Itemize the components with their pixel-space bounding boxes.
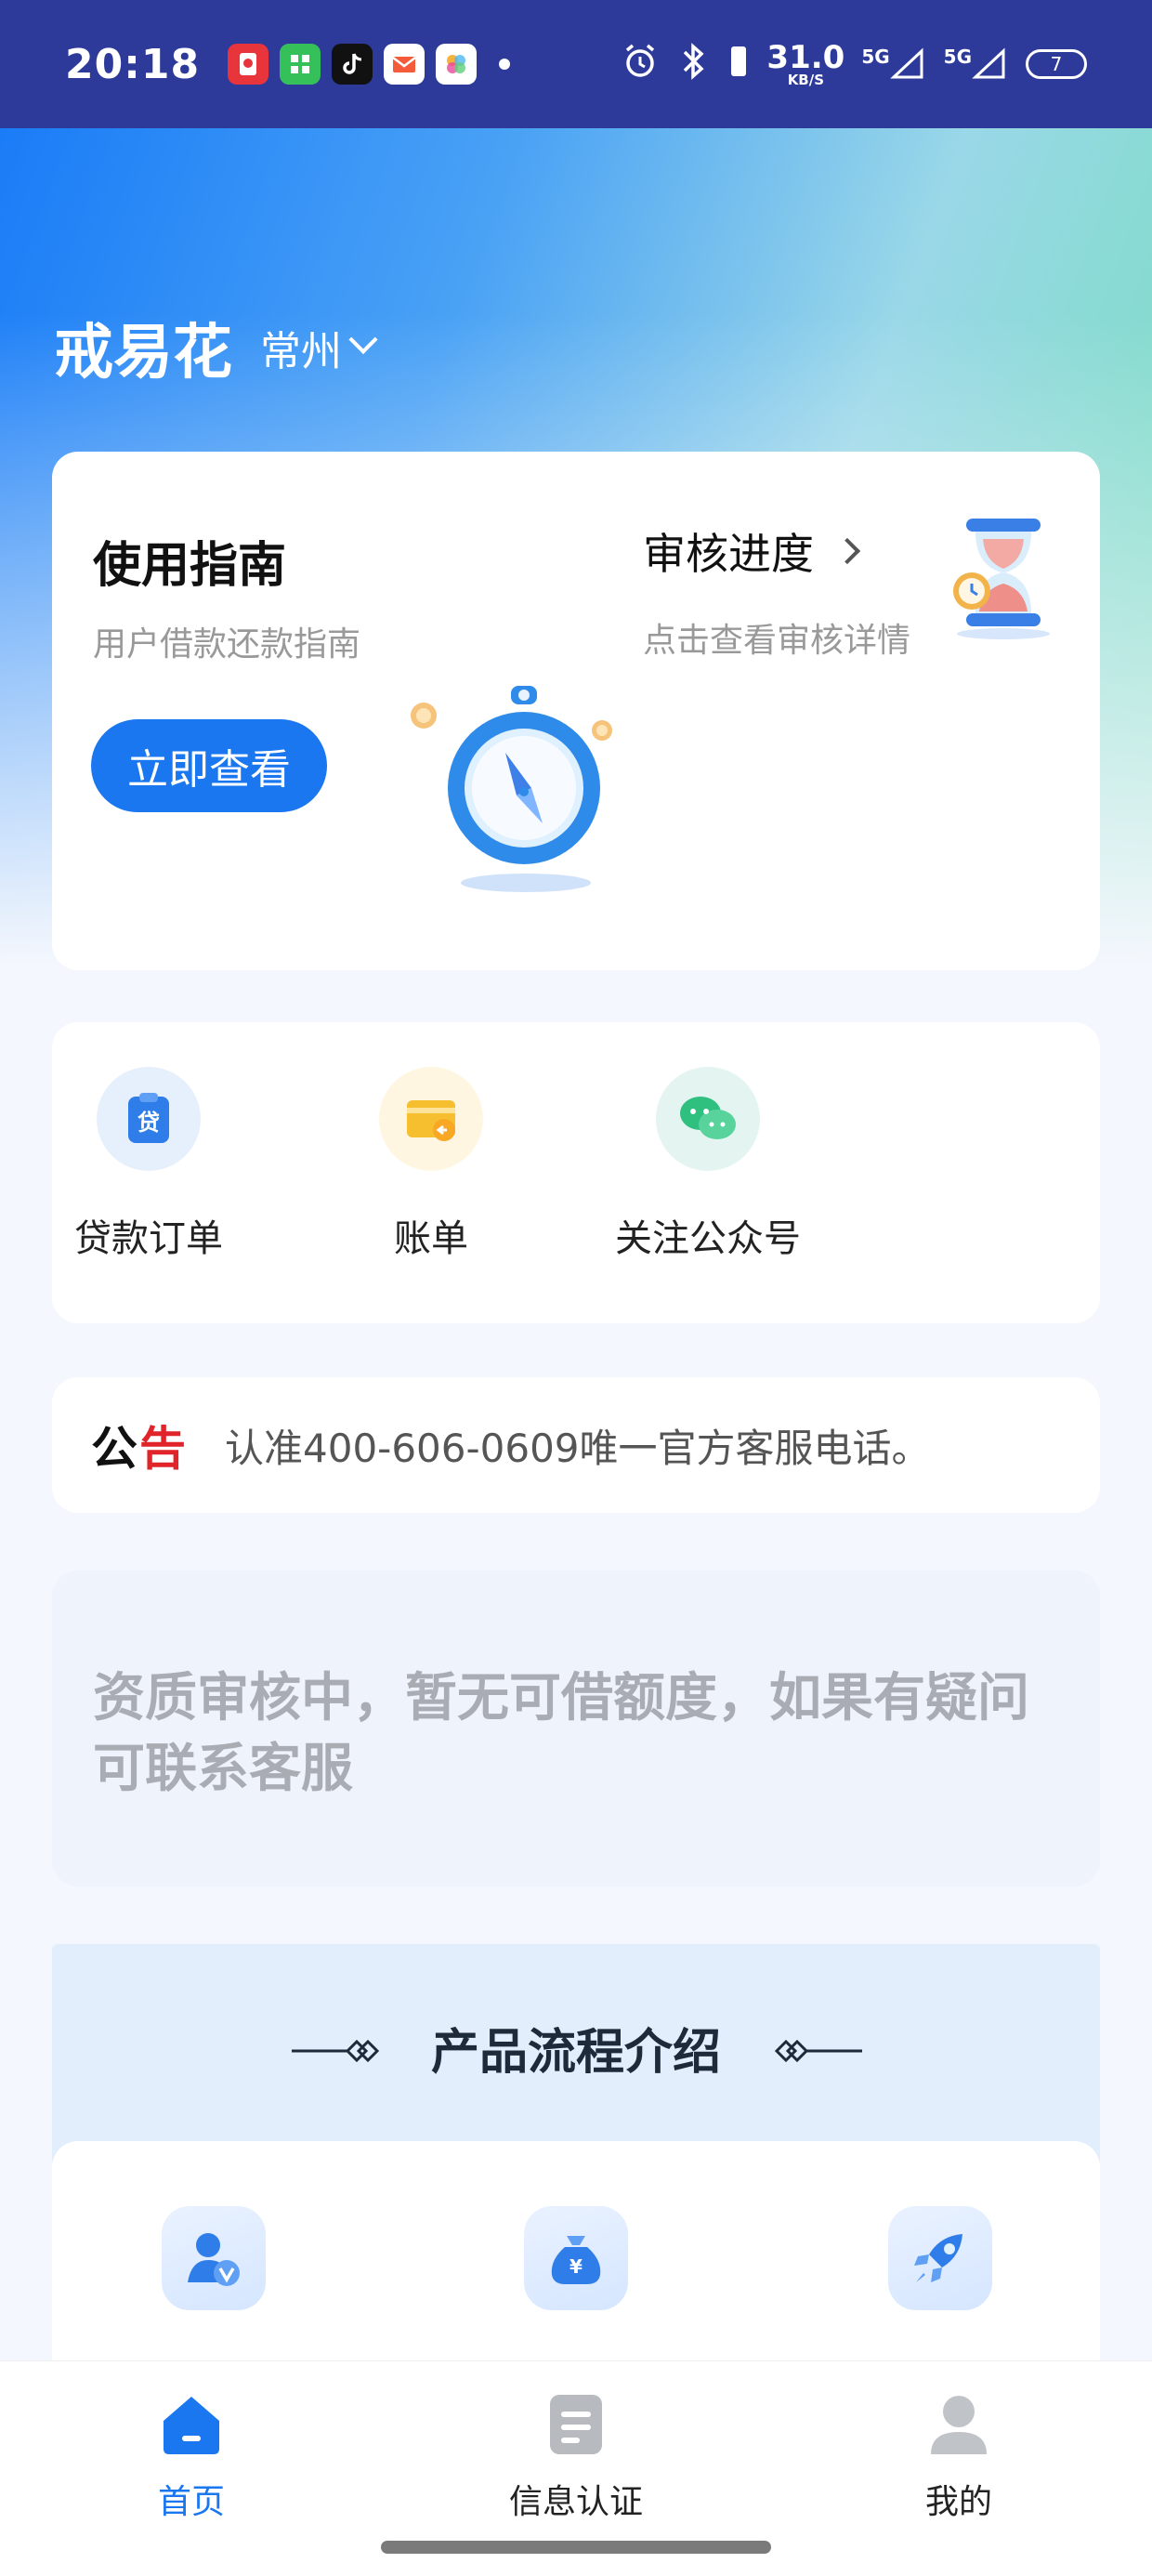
tiktok-app-icon [332,44,373,85]
signal-2-label: 5G [943,46,972,68]
wechat-icon [656,1067,760,1171]
tab-info-verify[interactable]: 信息认证 [465,2387,687,2523]
review-progress-title: 审核进度 [643,529,814,579]
quota-status-text: 资质审核中，暂无可借额度，如果有疑问可联系客服 [93,1668,1029,1799]
city-label: 常州 [260,328,342,375]
home-indicator[interactable] [381,2541,771,2554]
shortcut-label: 关注公众号 [615,1217,801,1260]
tab-profile[interactable]: 我的 [847,2387,1070,2523]
identity-verify-icon [162,2206,266,2310]
bluetooth-icon [677,41,711,88]
announcement-bar[interactable]: 公告 认准400-606-0609唯一官方客服电话。 [52,1377,1100,1513]
city-selector[interactable]: 常州 [260,318,378,377]
quota-status-panel: 资质审核中，暂无可借额度，如果有疑问可联系客服 [52,1571,1100,1886]
header: 戒易花 常州 [54,305,378,390]
network-speed-unit: KB/S [787,71,825,88]
chevron-right-icon [833,537,861,565]
status-indicators: 31.0 KB/S 5G 5G 7 [620,41,1087,88]
announcement-tag-first: 公 [91,1422,139,1476]
svg-text:¥: ¥ [569,2255,583,2278]
svg-text:贷: 贷 [137,1110,160,1136]
alarm-icon [620,41,661,88]
shortcut-loan-order[interactable]: 贷 贷款订单 [74,1067,223,1262]
tab-home[interactable]: 首页 [80,2387,303,2523]
brand-name: 戒易花 [54,319,232,388]
battery-indicator: 7 [1026,49,1087,79]
loan-order-icon: 贷 [97,1067,201,1171]
home-icon [164,2397,219,2454]
compass-icon [411,686,612,892]
review-progress-link[interactable]: 审核进度 [643,520,861,582]
grid-app-icon [280,44,321,85]
guide-subtitle: 用户借款还款指南 [93,625,361,664]
rocket-icon [888,2206,992,2310]
tab-label: 信息认证 [508,2483,643,2521]
guide-title: 使用指南 [93,538,287,594]
mail-app-icon [384,44,425,85]
signal-1-label: 5G [861,46,890,68]
announcement-tag: 公告 [91,1412,188,1479]
chevron-down-icon [348,324,378,355]
announcement-tag-second: 告 [139,1422,188,1476]
status-bar: 20:18 31.0 KB/S 5G 5G 7 [0,0,1152,128]
announcement-text: 认准400-606-0609唯一官方客服电话。 [225,1425,931,1471]
photos-app-icon [436,44,478,85]
guide-card: 使用指南 用户借款还款指南 立即查看 审核进度 点击查看审核详情 [52,452,1100,970]
shortcuts-card: 贷 贷款订单 账单 关注公众号 [52,1022,1100,1323]
profile-icon [931,2396,987,2454]
document-icon [550,2395,602,2454]
bill-icon [379,1067,483,1171]
money-bag-icon: ¥ [524,2206,628,2310]
red-envelope-app-icon [228,44,269,85]
hourglass-icon [953,519,1050,639]
shortcut-label: 账单 [394,1217,468,1260]
view-guide-button[interactable]: 立即查看 [91,719,327,812]
notification-dot [499,59,511,70]
tab-label: 首页 [157,2483,225,2521]
vibrate-icon [727,43,750,86]
signal-1: 5G [861,46,926,83]
product-flow-title: 产品流程介绍 [430,2025,721,2081]
shortcut-bill[interactable]: 账单 [379,1067,483,1262]
shortcut-label: 贷款订单 [74,1217,223,1260]
network-speed-value: 31.0 [766,38,845,76]
title-decoration-right-icon [774,2039,862,2063]
product-flow-card: ¥ [52,2141,1100,2383]
status-app-icons [228,44,511,85]
review-progress-subtitle: 点击查看审核详情 [643,622,911,660]
tab-label: 我的 [924,2483,992,2521]
network-speed: 31.0 KB/S [766,42,844,87]
signal-1-icon [889,47,923,79]
signal-2: 5G [944,46,1009,83]
status-time: 20:18 [65,40,201,88]
shortcut-wechat[interactable]: 关注公众号 [615,1067,801,1262]
signal-2-icon [972,47,1005,79]
battery-level: 7 [1050,53,1063,75]
